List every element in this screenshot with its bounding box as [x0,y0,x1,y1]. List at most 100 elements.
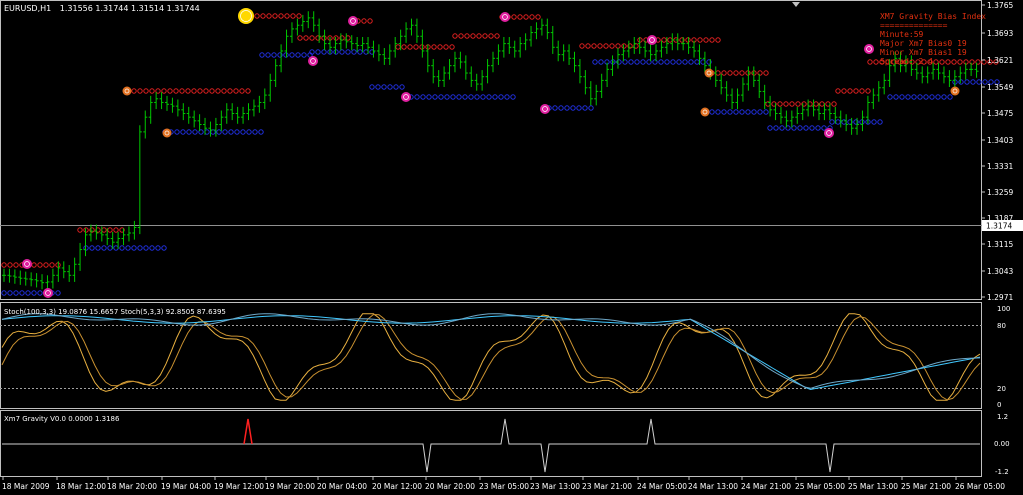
gravity-panel: Xm7 Gravity V0.0 0.0000 1.3186 1.2 0.00 … [2,413,1010,476]
support-dot [444,94,450,100]
resistance-dot [437,44,443,50]
price-tick-label: 1.3043 [987,267,1013,276]
support-dot [877,119,883,125]
support-dot [259,52,265,58]
price-tick-label: 1.2971 [987,293,1013,302]
resistance-dot [853,88,859,94]
stoch-axis-0: 0 [997,401,1001,409]
support-dot [899,94,905,100]
resistance-dot [603,43,609,49]
resistance-dot [777,101,783,107]
support-dot [929,94,935,100]
resistance-dot [260,13,266,19]
resistance-dot [841,88,847,94]
support-dot [351,49,357,55]
support-dot [739,109,745,115]
resistance-dot [685,37,691,43]
resistance-dot [149,88,155,94]
support-dot [510,94,516,100]
support-dot [779,125,785,131]
support-dot [721,109,727,115]
ohlc-values: 1.31556 1.31744 1.31514 1.31744 [60,4,200,13]
support-dot [935,94,941,100]
resistance-dot [452,33,458,39]
fractal-marker-magenta [22,259,32,269]
resistance-dot [407,44,413,50]
trading-chart[interactable]: EURUSD,H1 1.31556 1.31744 1.31514 1.3174… [0,0,1023,495]
time-tick-label: 24 Mar 05:00 [637,482,687,491]
resistance-dot [431,44,437,50]
price-axis: 1.3765 1.3693 1.3621 1.3549 1.3475 1.3403 1.33… [982,1,1013,302]
price-tick-label: 1.3475 [987,109,1013,118]
gravity-spike-red [243,418,253,445]
resistance-dot [715,70,721,76]
price-tick-label: 1.3403 [987,136,1013,145]
support-dot [228,129,234,135]
support-dot [917,94,923,100]
fractal-marker-magenta [647,35,657,45]
resistance-dot [783,101,789,107]
support-dot [570,105,576,111]
resistance-dot [209,88,215,94]
resistance-dot [143,88,149,94]
time-tick-label: 19 Mar 04:00 [161,482,211,491]
support-dot [432,94,438,100]
time-tick-label: 26 Mar 05:00 [955,482,1005,491]
support-dot [414,94,420,100]
time-tick-label: 25 Mar 05:00 [795,482,845,491]
resistance-dot [494,33,500,39]
support-dot [558,105,564,111]
support-dot [95,245,101,251]
support-dot [751,109,757,115]
resistance-dot [470,33,476,39]
resistance-dot [464,33,470,39]
resistance-dot [831,101,837,107]
info-major-bias: Major Xm7 Bias0 19 [880,39,967,48]
fractal-markers [22,8,960,298]
support-dot [835,119,841,125]
support-dot [265,52,271,58]
time-tick-label: 20 Mar 20:00 [425,482,475,491]
support-dot [871,119,877,125]
resistance-dot [215,88,221,94]
support-dot [911,94,917,100]
support-dot [143,245,149,251]
support-dot [113,245,119,251]
support-dot [757,109,763,115]
support-dot [809,125,815,131]
resistance-dot [597,43,603,49]
info-spread: Spread: 2.4 [880,57,933,66]
support-dot [474,94,480,100]
support-dot [240,129,246,135]
support-dot [628,59,634,65]
info-minute: Minute:59 [880,30,924,39]
resistance-dot [819,101,825,107]
resistance-dot [161,88,167,94]
resistance-dot [101,227,107,233]
support-dot [745,109,751,115]
time-tick-label: 19 Mar 12:00 [214,482,264,491]
support-dot [468,94,474,100]
resistance-dot [865,88,871,94]
time-tick-label: 24 Mar 13:00 [688,482,738,491]
support-dot [640,59,646,65]
price-tick-label: 1.3115 [987,240,1013,249]
support-dot [688,59,694,65]
chart-shift-arrow-icon[interactable] [792,2,800,7]
time-axis: 18 Mar 2009 18 Mar 12:00 18 Mar 20:00 19 Ma… [2,477,1005,491]
support-dot [101,245,107,251]
support-dot [450,94,456,100]
support-dot [970,79,976,85]
resistance-dot [197,88,203,94]
support-dot [829,119,835,125]
support-dot [976,79,982,85]
fractal-marker-orange [704,68,714,78]
support-dot [258,129,264,135]
resistance-dot [709,37,715,43]
time-tick-label: 18 Mar 2009 [2,482,50,491]
time-tick-label: 24 Mar 21:00 [741,482,791,491]
support-dot [149,245,155,251]
price-tick-label: 1.3259 [987,188,1013,197]
resistance-dot [245,88,251,94]
fractal-marker-orange [700,107,710,117]
